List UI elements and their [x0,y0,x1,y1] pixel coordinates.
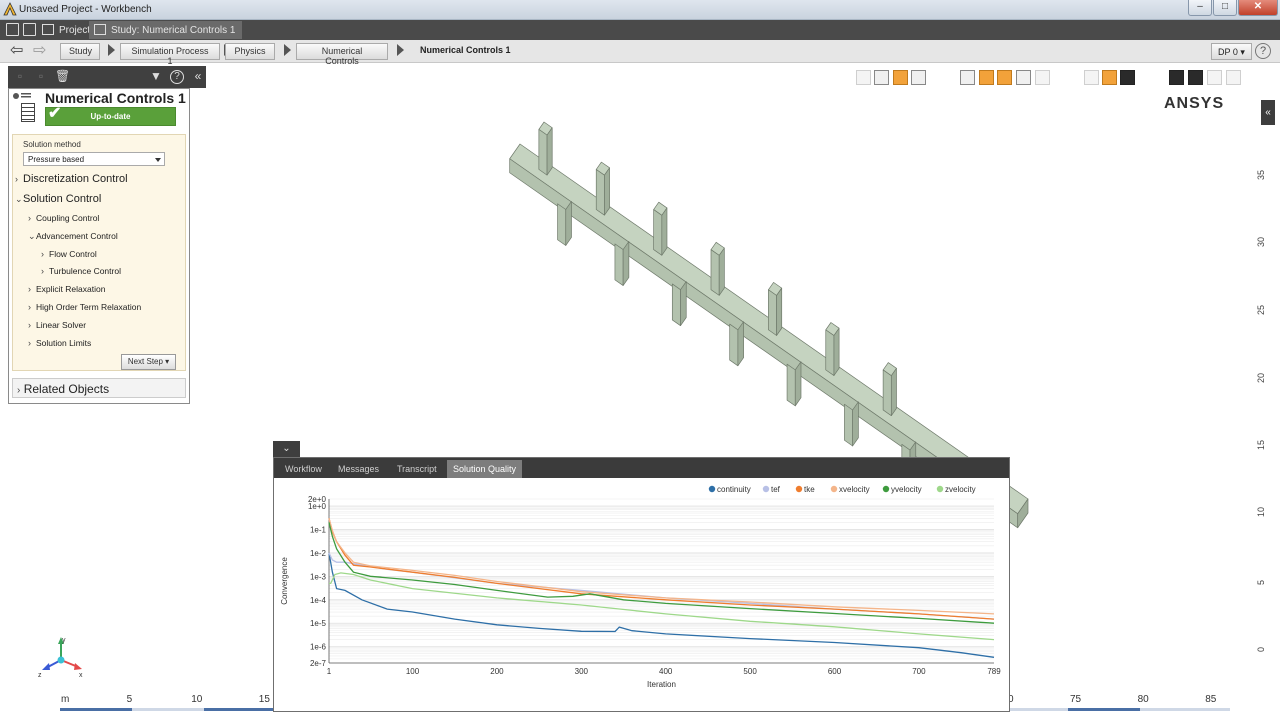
x-axis-label: Iteration [647,680,676,689]
ruler-tick-label: 20 [1256,372,1266,383]
ruler-tick-label: 0 [1256,646,1266,652]
legend-marker [708,485,716,493]
x-tick-label: 600 [828,667,842,676]
x-tick-label: 300 [575,667,589,676]
y-tick-label: 2e-7 [310,659,327,668]
x-tick-label: 700 [912,667,926,676]
y-tick-label: 1e-6 [310,643,327,652]
legend-marker [882,485,890,493]
ruler-tick-label: 15 [1256,439,1266,450]
ruler-tick-label: m [61,694,70,705]
legend-marker [762,485,770,493]
ruler-tick-label: 85 [1205,694,1217,705]
legend-marker [830,485,838,493]
legend-marker [795,485,803,493]
legend-label: tke [804,485,815,494]
svg-text:y: y [62,637,66,644]
axis-triad-icon: z x y [38,637,83,678]
y-tick-label: 1e-5 [310,619,327,628]
tab-solution-quality[interactable]: Solution Quality [447,460,523,478]
ruler-tick-label: 35 [1256,169,1266,180]
x-tick-label: 789 [987,667,1001,676]
tab-workflow[interactable]: Workflow [279,460,328,478]
y-tick-label: 1e-4 [310,596,327,605]
collapse-console-icon[interactable]: ⌄ [273,441,300,457]
ruler-tick-label: 80 [1137,694,1149,705]
ruler-tick-label: 25 [1256,304,1266,315]
x-tick-label: 1 [327,667,332,676]
ruler-tick-label: 10 [1256,506,1266,517]
y-tick-label: 1e-1 [310,525,327,534]
console-tabs: Workflow Messages Transcript Solution Qu… [274,458,1009,478]
convergence-chart: 2e+01e+01e-11e-21e-31e-41e-51e-62e-71 100… [280,485,1001,689]
legend-label: zvelocity [945,485,976,494]
x-tick-label: 500 [743,667,757,676]
console-panel: Workflow Messages Transcript Solution Qu… [273,457,1010,712]
y-tick-label: 1e-3 [310,572,327,581]
ruler-tick-label: 30 [1256,236,1266,247]
y-axis-label: Convergence [280,557,289,605]
ruler-tick-label: 75 [1070,694,1082,705]
ruler-tick-label: 15 [258,694,270,705]
y-tick-label: 1e+0 [308,502,327,511]
tab-transcript[interactable]: Transcript [391,460,443,478]
x-tick-label: 100 [406,667,420,676]
svg-text:z: z [38,672,42,678]
y-tick-label: 1e-2 [310,549,327,558]
ruler-tick-label: 5 [126,694,133,705]
tab-messages[interactable]: Messages [332,460,385,478]
svg-text:x: x [79,672,83,678]
legend-marker [936,485,944,493]
x-tick-label: 400 [659,667,673,676]
legend-label: yvelocity [891,485,922,494]
series-line-zvelocity [329,572,995,641]
legend-label: continuity [717,485,751,494]
ruler-tick-label: 5 [1256,579,1266,585]
legend-label: tef [771,485,781,494]
legend-label: xvelocity [839,485,870,494]
ruler-tick-label: 10 [191,694,203,705]
series-line-tke [328,518,995,620]
x-tick-label: 200 [490,667,504,676]
